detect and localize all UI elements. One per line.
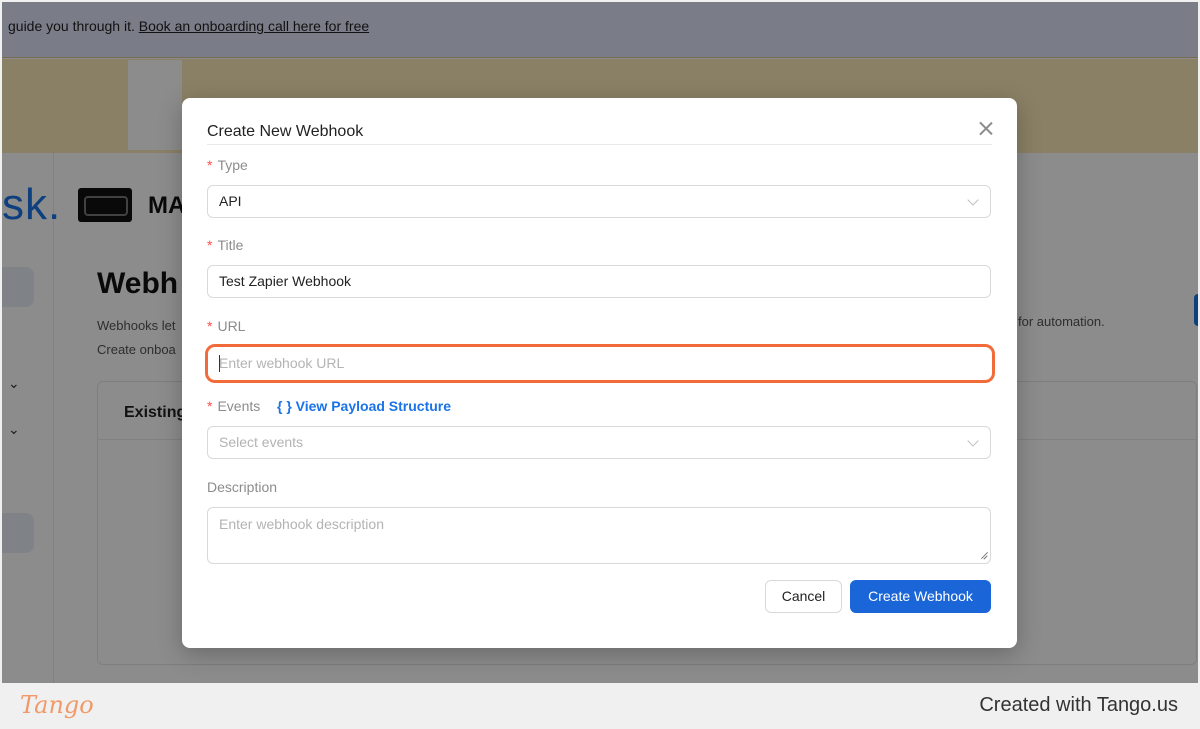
type-select-value: API	[219, 193, 242, 209]
required-mark: *	[207, 237, 213, 253]
events-label-text: Events	[217, 398, 261, 414]
required-mark: *	[207, 318, 213, 334]
text-cursor	[219, 355, 220, 372]
modal-title: Create New Webhook	[207, 123, 364, 140]
url-label-text: URL	[217, 318, 246, 334]
create-webhook-modal: Create New Webhook * Type API * Title Test…	[182, 98, 1017, 648]
type-label: * Type	[207, 157, 248, 173]
url-label: * URL	[207, 318, 245, 334]
events-label: * Events	[207, 398, 260, 414]
required-mark: *	[207, 398, 213, 414]
resize-handle-icon[interactable]	[978, 551, 988, 561]
description-textarea[interactable]: Enter webhook description	[207, 507, 991, 564]
divider	[207, 144, 992, 145]
description-placeholder: Enter webhook description	[219, 516, 384, 532]
tango-credit: Created with Tango.us	[979, 694, 1178, 716]
chevron-down-icon	[967, 435, 979, 447]
tango-footer: Tango Created with Tango.us	[0, 683, 1200, 729]
required-mark: *	[207, 157, 213, 173]
tango-logo: Tango	[20, 691, 94, 719]
close-icon[interactable]	[975, 118, 997, 140]
type-label-text: Type	[217, 157, 248, 173]
title-label: * Title	[207, 237, 243, 253]
title-input-value: Test Zapier Webhook	[219, 273, 352, 289]
type-select[interactable]: API	[207, 185, 991, 218]
events-select-placeholder: Select events	[219, 434, 304, 450]
events-select[interactable]: Select events	[207, 426, 991, 459]
description-label: Description	[207, 479, 278, 495]
chevron-down-icon	[967, 194, 979, 206]
title-label-text: Title	[217, 237, 244, 253]
create-webhook-button[interactable]: Create Webhook	[850, 580, 991, 613]
view-payload-structure-link[interactable]: { } View Payload Structure	[277, 398, 451, 414]
cancel-button[interactable]: Cancel	[765, 580, 842, 613]
url-input[interactable]	[209, 347, 991, 378]
title-input[interactable]: Test Zapier Webhook	[207, 265, 991, 298]
